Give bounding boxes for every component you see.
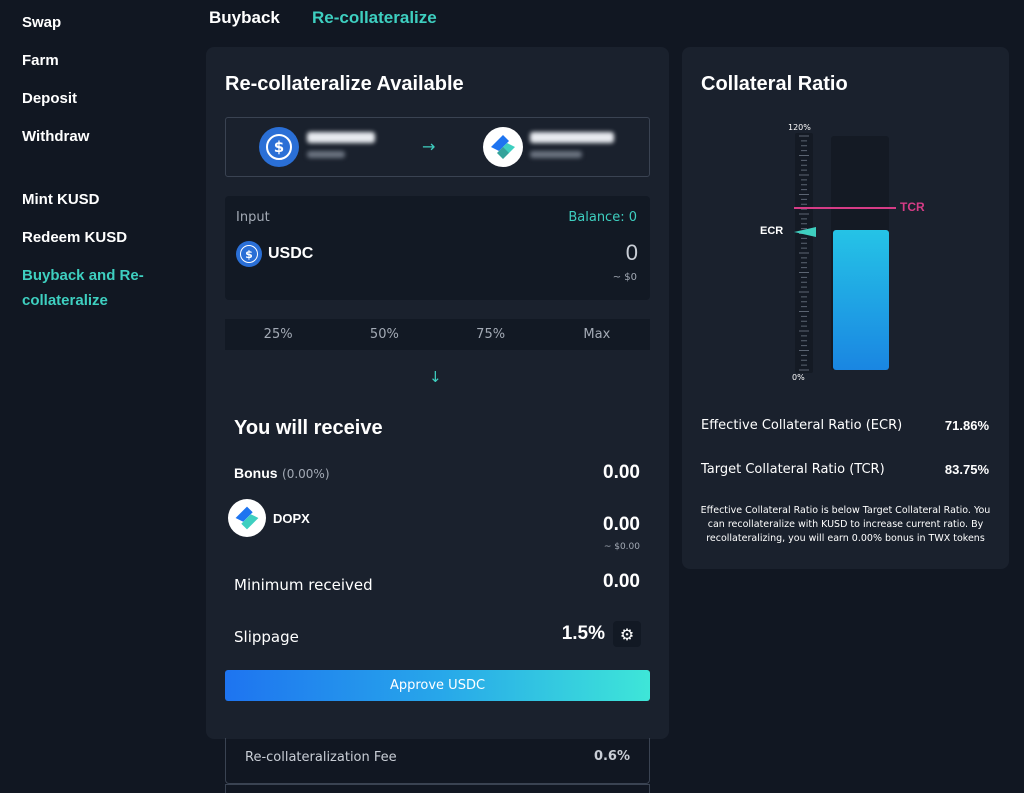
receive-title: You will receive	[234, 417, 383, 439]
gauge-scale	[795, 133, 813, 373]
sidebar-item-label-line2: collateralize	[22, 292, 108, 309]
gauge-top-label: 120%	[788, 123, 811, 132]
tab-recollateralize[interactable]: Re-collateralize	[312, 8, 437, 28]
percent-75-button[interactable]: 75%	[438, 319, 544, 350]
token-name: USDC	[268, 245, 314, 262]
receive-usd: ~ $0.00	[603, 542, 640, 552]
slippage-settings-button[interactable]: ⚙	[613, 621, 641, 647]
sidebar-item-mint-kusd[interactable]: Mint KUSD	[22, 191, 100, 208]
amount-usd: ~ $0	[612, 272, 637, 283]
slippage-label: Slippage	[234, 628, 299, 646]
percent-buttons: 25% 50% 75% Max	[225, 319, 650, 350]
arrow-right-icon: →	[422, 137, 436, 156]
available-box: $ →	[225, 117, 650, 177]
ecr-row-value: 71.86%	[944, 418, 989, 433]
ecr-pointer-icon	[794, 226, 816, 237]
sidebar-item-farm[interactable]: Farm	[22, 52, 59, 69]
usdc-icon: $	[236, 241, 262, 267]
sidebar-item-withdraw[interactable]: Withdraw	[22, 128, 89, 145]
input-label: Input	[236, 210, 270, 225]
dopx-icon	[228, 499, 266, 537]
sidebar-item-buyback-recollateralize[interactable]: Buyback and Re- collateralize	[22, 263, 144, 313]
input-box: Input Balance: 0 $ USDC ~ $0	[225, 196, 650, 300]
gear-icon: ⚙	[619, 624, 635, 644]
ecr-row-label: Effective Collateral Ratio (ECR)	[701, 418, 903, 433]
bonus-percent: (0.00%)	[282, 467, 330, 481]
min-received-label: Minimum received	[234, 576, 373, 594]
receive-token-name: DOPX	[273, 511, 310, 526]
balance-text: Balance: 0	[568, 210, 637, 225]
redacted-subamount	[307, 151, 345, 158]
redacted-amount	[307, 132, 375, 143]
gauge-bottom-label: 0%	[792, 373, 805, 382]
sidebar-item-swap[interactable]: Swap	[22, 14, 61, 31]
collateral-ratio-panel: Collateral Ratio 120% 0% TCR ECR Effecti…	[682, 47, 1009, 569]
percent-25-button[interactable]: 25%	[225, 319, 331, 350]
redacted-amount	[530, 132, 614, 143]
arrow-down-icon: ↓	[429, 368, 442, 386]
details-row	[225, 784, 650, 793]
fee-value: 0.6%	[593, 749, 630, 764]
receive-value: 0.00	[603, 514, 640, 535]
ecr-label: ECR	[760, 224, 784, 237]
sidebar-item-label-line1: Buyback and Re-	[22, 267, 144, 284]
sidebar-item-deposit[interactable]: Deposit	[22, 90, 77, 107]
fee-label: Re-collateralization Fee	[245, 750, 397, 765]
token-selector[interactable]: $ USDC	[236, 241, 313, 267]
tcr-line	[794, 206, 896, 209]
percent-max-button[interactable]: Max	[544, 319, 650, 350]
approve-usdc-button[interactable]: Approve USDC	[225, 670, 650, 701]
ratio-title: Collateral Ratio	[701, 73, 848, 95]
tcr-row-value: 83.75%	[944, 462, 989, 477]
bonus-label-text: Bonus	[234, 465, 278, 481]
bonus-value: 0.00	[603, 462, 640, 483]
bonus-label: Bonus (0.00%)	[234, 465, 330, 482]
min-received-value: 0.00	[603, 571, 640, 592]
dopx-coin-icon	[483, 127, 523, 167]
recollateralize-panel: Re-collateralize Available $ → Input Bal…	[206, 47, 669, 739]
ratio-note: Effective Collateral Ratio is below Targ…	[700, 505, 991, 544]
sidebar-item-redeem-kusd[interactable]: Redeem KUSD	[22, 229, 127, 246]
tab-buyback[interactable]: Buyback	[209, 8, 280, 28]
panel-title: Re-collateralize Available	[225, 73, 464, 95]
tcr-label: TCR	[900, 199, 925, 214]
redacted-subamount	[530, 151, 582, 158]
amount-input[interactable]	[438, 240, 638, 266]
percent-50-button[interactable]: 50%	[331, 319, 437, 350]
slippage-value: 1.5%	[561, 623, 605, 644]
ecr-fill	[833, 229, 889, 370]
fee-row: Re-collateralization Fee 0.6%	[225, 738, 650, 784]
tcr-row-label: Target Collateral Ratio (TCR)	[701, 462, 885, 477]
usdc-coin-icon: $	[259, 127, 299, 167]
